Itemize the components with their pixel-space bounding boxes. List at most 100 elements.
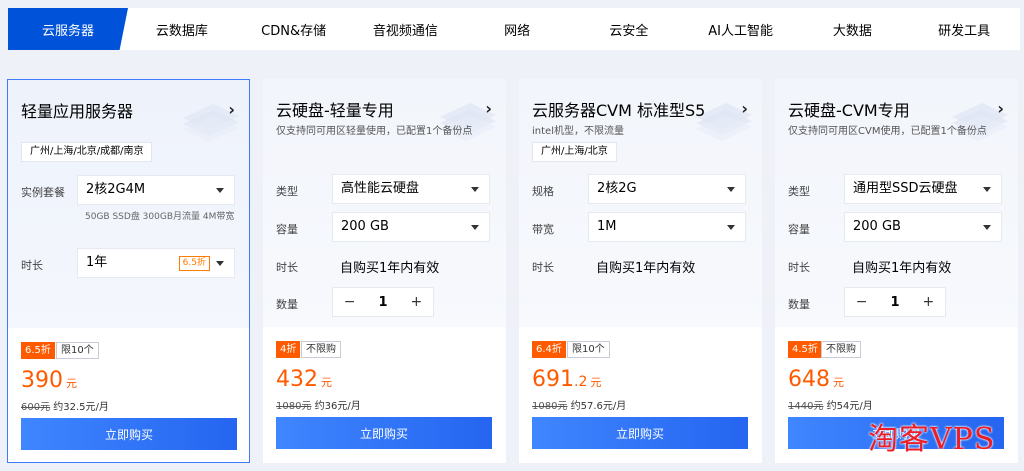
decrement-button[interactable]: − (333, 288, 366, 316)
tab-strip: 云服务器 云数据库 CDN&存储 音视频通信 网络 云安全 AI人工智能 大数据… (8, 8, 1020, 50)
monthly-price: 约54元/月 (826, 401, 873, 412)
row-label-quantity: 数量 (788, 298, 810, 311)
card-title: 云服务器CVM 标准型S5 (532, 101, 706, 120)
price-value: 648 (788, 367, 830, 392)
tab-cdn-storage[interactable]: CDN&存储 (238, 8, 350, 50)
price-unit: 元 (66, 377, 77, 390)
price-unit: 元 (833, 376, 844, 389)
product-card-cvm-s5: › 云服务器CVM 标准型S5 intel机型，不限流量 广州/上海/北京 规格… (519, 79, 762, 463)
chevron-down-icon (471, 187, 479, 192)
card-subtitle: intel机型，不限流量 (532, 126, 624, 137)
capacity-select[interactable]: 200 GB (332, 212, 490, 242)
card-detail-arrow-icon[interactable]: › (485, 99, 492, 118)
price: 390 元 (21, 368, 77, 393)
product-tabs: 云服务器 云数据库 CDN&存储 音视频通信 网络 云安全 AI人工智能 大数据… (0, 0, 1024, 64)
plan-hint: 50GB SSD盘 300GB月流量 4M带宽 (85, 212, 235, 222)
duration-select[interactable]: 1年 6.5折 (77, 248, 235, 278)
disk-type-value: 高性能云硬盘 (341, 181, 420, 196)
chevron-down-icon (983, 187, 991, 192)
chevron-down-icon (983, 225, 991, 230)
quantity-stepper: − 1 + (844, 287, 946, 317)
region-tag: 广州/上海/北京/成都/南京 (21, 142, 153, 162)
quantity-value[interactable]: 1 (366, 288, 399, 316)
row-label-capacity: 容量 (788, 223, 810, 236)
tab-av-communication[interactable]: 音视频通信 (350, 8, 462, 50)
capacity-select[interactable]: 200 GB (844, 212, 1002, 242)
spec-select[interactable]: 2核2G (588, 174, 746, 204)
chevron-down-icon (727, 225, 735, 230)
row-label-duration: 时长 (276, 261, 298, 274)
row-label-type: 类型 (788, 185, 810, 198)
card-detail-arrow-icon[interactable]: › (997, 99, 1004, 118)
capacity-value: 200 GB (853, 219, 901, 234)
monthly-price: 约57.6元/月 (570, 401, 627, 412)
purchase-limit-badge: 不限购 (301, 341, 341, 358)
bandwidth-select[interactable]: 1M (588, 212, 746, 242)
price-value: 691 (532, 367, 574, 392)
chevron-down-icon (727, 187, 735, 192)
card-detail-arrow-icon[interactable]: › (741, 99, 748, 118)
disk-type-value: 通用型SSD云硬盘 (853, 181, 958, 196)
capacity-value: 200 GB (341, 219, 389, 234)
tab-big-data[interactable]: 大数据 (797, 8, 909, 50)
monthly-price: 约36元/月 (314, 401, 361, 412)
row-label-spec: 规格 (532, 185, 554, 198)
increment-button[interactable]: + (400, 288, 433, 316)
plan-select[interactable]: 2核2G4M (77, 175, 235, 205)
region-tag: 广州/上海/北京 (532, 142, 617, 162)
price-unit: 元 (590, 376, 602, 389)
row-label-plan: 实例套餐 (21, 186, 65, 199)
duration-value: 自购买1年内有效 (340, 261, 440, 276)
decrement-button[interactable]: − (845, 288, 878, 316)
row-label-quantity: 数量 (276, 298, 298, 311)
card-subtitle: 仅支持同可用区CVM使用，已配置1个备份点 (788, 126, 987, 137)
purchase-limit-badge: 限10个 (56, 342, 99, 359)
tab-cloud-database[interactable]: 云数据库 (126, 8, 238, 50)
price: 648 元 (788, 367, 844, 392)
chevron-down-icon (216, 261, 224, 266)
buy-now-button[interactable]: 立即购买 (276, 417, 492, 449)
quantity-value[interactable]: 1 (878, 288, 911, 316)
card-title: 云硬盘-轻量专用 (276, 101, 394, 120)
quantity-stepper: − 1 + (332, 287, 434, 317)
original-price-value: 1080元 (532, 401, 568, 412)
original-price: 1440元 约54元/月 (788, 397, 873, 412)
price-value: 390 (21, 368, 63, 393)
discount-badge: 6.4折 (532, 341, 566, 358)
original-price-value: 600元 (21, 402, 51, 413)
tab-dev-tools[interactable]: 研发工具 (908, 8, 1020, 50)
chevron-down-icon (216, 188, 224, 193)
row-label-capacity: 容量 (276, 223, 298, 236)
monthly-price: 约32.5元/月 (53, 402, 109, 413)
tab-network[interactable]: 网络 (461, 8, 573, 50)
card-title: 云硬盘-CVM专用 (788, 101, 910, 120)
spec-value: 2核2G (597, 181, 637, 196)
duration-value: 自购买1年内有效 (596, 261, 696, 276)
row-label-type: 类型 (276, 185, 298, 198)
disk-type-select[interactable]: 通用型SSD云硬盘 (844, 174, 1002, 204)
increment-button[interactable]: + (912, 288, 945, 316)
buy-now-button[interactable]: 立即购买 (21, 418, 237, 450)
bandwidth-value: 1M (597, 219, 617, 234)
price-decimal: .2 (574, 374, 588, 390)
original-price-value: 1080元 (276, 401, 312, 412)
tab-cloud-server[interactable]: 云服务器 (8, 8, 128, 50)
discount-badge: 4.5折 (788, 341, 822, 358)
purchase-limit-badge: 限10个 (567, 341, 610, 358)
row-label-duration: 时长 (788, 261, 810, 274)
original-price-value: 1440元 (788, 401, 824, 412)
disk-type-select[interactable]: 高性能云硬盘 (332, 174, 490, 204)
card-detail-arrow-icon[interactable]: › (228, 100, 235, 119)
duration-value: 自购买1年内有效 (852, 261, 952, 276)
tab-ai[interactable]: AI人工智能 (685, 8, 797, 50)
buy-now-button[interactable]: 立即购买 (532, 417, 748, 449)
product-card-disk-lighthouse: › 云硬盘-轻量专用 仅支持同可用区轻量使用，已配置1个备份点 类型 高性能云硬… (263, 79, 506, 463)
purchase-limit-badge: 不限购 (821, 341, 861, 358)
card-subtitle: 仅支持同可用区轻量使用，已配置1个备份点 (276, 126, 473, 137)
product-card-disk-cvm: › 云硬盘-CVM专用 仅支持同可用区CVM使用，已配置1个备份点 类型 通用型… (775, 79, 1018, 463)
tab-cloud-security[interactable]: 云安全 (573, 8, 685, 50)
row-label-bandwidth: 带宽 (532, 223, 554, 236)
original-price: 600元 约32.5元/月 (21, 398, 109, 413)
chevron-down-icon (471, 225, 479, 230)
row-label-duration: 时长 (532, 261, 554, 274)
